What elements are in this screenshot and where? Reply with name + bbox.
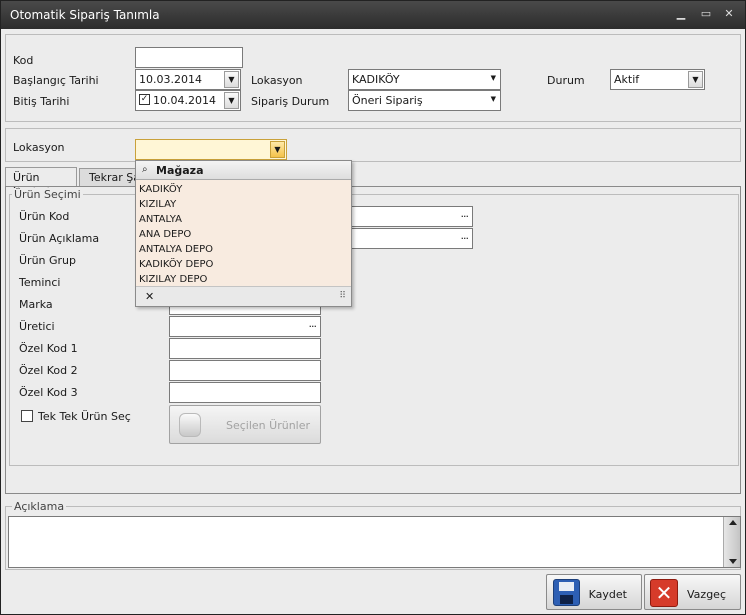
maximize-button[interactable]: ▭ <box>697 6 715 22</box>
dropdown-header[interactable]: ⌕ Mağaza <box>136 161 351 180</box>
window-title: Otomatik Sipariş Tanımla <box>10 8 160 22</box>
filter-lokasyon-select[interactable]: ▼ <box>135 139 287 160</box>
filter-panel <box>5 128 741 162</box>
start-date-label: Başlangıç Tarihi <box>13 74 99 87</box>
scroll-up-icon[interactable] <box>729 520 737 525</box>
durum-label: Durum <box>547 74 585 87</box>
urun-kod-browse-icon[interactable]: ··· <box>461 210 469 223</box>
end-date-dropdown-icon[interactable]: ▼ <box>224 92 239 109</box>
lokasyon-label: Lokasyon <box>251 74 303 87</box>
aciklama-scrollbar[interactable] <box>723 517 740 567</box>
aciklama-title: Açıklama <box>12 500 67 513</box>
durum-dropdown-icon[interactable]: ▼ <box>688 71 703 88</box>
teminci-label: Teminci <box>19 276 61 289</box>
urun-kod-label: Ürün Kod <box>19 210 70 223</box>
uretici-browse-icon[interactable]: ··· <box>309 320 317 333</box>
dropdown-item[interactable]: KIZILAY <box>136 197 351 212</box>
dropdown-header-label: Mağaza <box>156 164 204 177</box>
kod-label: Kod <box>13 54 34 67</box>
end-date-field[interactable]: ✓ 10.04.2014 ▼ <box>135 90 241 111</box>
dropdown-item[interactable]: KADIKÖY <box>136 182 351 197</box>
uretici-input[interactable]: ··· <box>169 316 321 337</box>
ozel-kod-3-input[interactable] <box>169 382 321 403</box>
close-icon: ✕ <box>650 579 678 607</box>
ozel-kod-2-input[interactable] <box>169 360 321 381</box>
kod-input[interactable] <box>135 47 243 68</box>
aciklama-textarea[interactable] <box>8 516 741 568</box>
main-window: Otomatik Sipariş Tanımla ▁ ▭ ✕ Kod Başla… <box>0 0 746 615</box>
siparis-durum-select[interactable]: Öneri Sipariş ▼ <box>348 90 501 111</box>
urun-aciklama-label: Ürün Açıklama <box>19 232 100 245</box>
tab-tekrar-label: Tekrar Şa <box>89 171 140 184</box>
tek-tek-checkbox[interactable] <box>21 410 33 422</box>
close-button[interactable]: ✕ <box>720 6 738 22</box>
ozel-kod-1-input[interactable] <box>169 338 321 359</box>
dropdown-item[interactable]: KIZILAY DEPO <box>136 272 351 287</box>
dropdown-item[interactable]: ANA DEPO <box>136 227 351 242</box>
filter-lokasyon-label: Lokasyon <box>13 141 65 154</box>
dropdown-item[interactable]: KADIKÖY DEPO <box>136 257 351 272</box>
basket-icon <box>179 413 201 437</box>
durum-select[interactable]: Aktif ▼ <box>610 69 705 90</box>
ozel-kod-3-label: Özel Kod 3 <box>19 386 78 399</box>
start-date-field[interactable]: 10.03.2014 ▼ <box>135 69 241 90</box>
start-date-value: 10.03.2014 <box>139 73 202 86</box>
minimize-button[interactable]: ▁ <box>672 6 690 22</box>
end-date-label: Bitiş Tarihi <box>13 95 70 108</box>
resize-grip-icon[interactable]: ⠿ <box>339 291 346 301</box>
title-bar: Otomatik Sipariş Tanımla ▁ ▭ ✕ <box>1 1 745 29</box>
cancel-button-label: Vazgeç <box>687 588 726 601</box>
clear-icon[interactable]: ✕ <box>145 290 154 303</box>
dropdown-footer: ✕ ⠿ <box>136 286 351 306</box>
end-date-value: 10.04.2014 <box>153 94 216 107</box>
dropdown-list: KADIKÖY KIZILAY ANTALYA ANA DEPO ANTALYA DEP… <box>136 182 351 287</box>
ozel-kod-2-label: Özel Kod 2 <box>19 364 78 377</box>
lokasyon-dropdown-popup: ⌕ Mağaza KADIKÖY KIZILAY ANTALYA ANA DEPO AN… <box>135 160 352 307</box>
chevron-down-icon: ▼ <box>490 74 496 82</box>
filter-lokasyon-dropdown-icon[interactable]: ▼ <box>270 141 285 158</box>
cancel-button[interactable]: ✕ Vazgeç <box>644 574 741 610</box>
save-button-label: Kaydet <box>588 588 627 601</box>
marka-label: Marka <box>19 298 53 311</box>
uretici-label: Üretici <box>19 320 55 333</box>
tab-urun-secimi[interactable]: Ürün Seçimi <box>5 167 77 197</box>
dropdown-item[interactable]: ANTALYA DEPO <box>136 242 351 257</box>
secilen-urunler-button[interactable]: Seçilen Ürünler <box>169 405 321 444</box>
ozel-kod-1-label: Özel Kod 1 <box>19 342 78 355</box>
binoculars-icon: ⌕ <box>142 164 148 175</box>
dropdown-item[interactable]: ANTALYA <box>136 212 351 227</box>
end-date-checkbox[interactable]: ✓ <box>139 94 150 105</box>
lokasyon-select[interactable]: KADIKÖY ▼ <box>348 69 501 90</box>
urun-aciklama-browse-icon[interactable]: ··· <box>461 232 469 245</box>
siparis-durum-label: Sipariş Durum <box>251 95 330 108</box>
chevron-down-icon: ▼ <box>490 95 496 103</box>
urun-group-title: Ürün Seçimi <box>12 188 83 201</box>
tek-tek-label: Tek Tek Ürün Seç <box>38 410 131 423</box>
scroll-down-icon[interactable] <box>729 559 737 564</box>
floppy-disk-icon <box>553 579 580 606</box>
secilen-urunler-label: Seçilen Ürünler <box>226 419 311 432</box>
save-button[interactable]: Kaydet <box>546 574 642 610</box>
urun-grup-label: Ürün Grup <box>19 254 77 267</box>
start-date-dropdown-icon[interactable]: ▼ <box>224 71 239 88</box>
